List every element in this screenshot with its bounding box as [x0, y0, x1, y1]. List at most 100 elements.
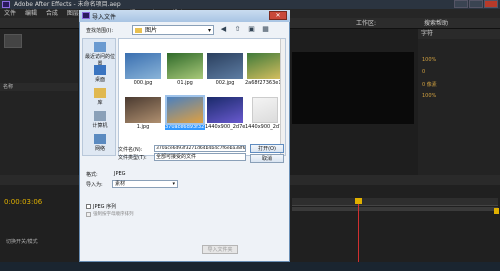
file-type-label: 文件类型(T): — [118, 155, 147, 161]
format-value: JPEG — [114, 171, 126, 177]
file-thumbnail — [167, 53, 203, 79]
place-label: 计算机 — [92, 123, 108, 129]
look-in-dropdown[interactable]: 图片 ▾ — [132, 25, 214, 35]
work-area-end-handle[interactable] — [494, 208, 499, 214]
playhead-line[interactable] — [358, 198, 359, 271]
file-name: 370ace6d93f3271... — [165, 124, 205, 130]
up-folder-icon[interactable]: ⇧ — [232, 25, 243, 35]
menu-edit[interactable]: 编辑 — [25, 10, 37, 17]
import-as-label: 导入为: — [86, 182, 103, 188]
timeline-status[interactable]: 切换开关/模式 — [6, 238, 38, 245]
menu-layer[interactable]: 图层 — [67, 10, 79, 17]
app-title: Adobe After Effects - 未命名项目.aep — [14, 1, 121, 8]
menu-composition[interactable]: 合成 — [46, 10, 58, 17]
sequence-checkbox[interactable] — [86, 204, 91, 209]
workspace-area: 工作区: 搜索帮助 — [356, 18, 496, 29]
place-library[interactable]: 库 — [83, 87, 117, 107]
file-list-scrollbar[interactable] — [280, 39, 285, 155]
look-in-label: 查找范围(I): — [86, 28, 114, 34]
file-thumbnail — [207, 53, 243, 79]
file-item-selected[interactable]: 370ace6d93f3271... — [165, 95, 205, 130]
time-ruler[interactable] — [292, 198, 498, 206]
character-row[interactable]: 0 像素 — [422, 81, 496, 88]
window-controls — [453, 0, 498, 9]
file-item[interactable]: 1.jpg — [125, 97, 161, 130]
place-recent[interactable]: 最近访问的位置 — [83, 41, 117, 67]
file-type-value: 全部可接受的文件 — [156, 154, 197, 160]
file-name: 002.jpg — [215, 80, 235, 86]
look-in-value: 图片 — [145, 27, 158, 34]
new-folder-icon[interactable]: ▣ — [246, 25, 257, 35]
file-name: 2a68f27363e1... — [245, 80, 285, 86]
recent-places-icon — [94, 42, 106, 52]
import-folder-button[interactable]: 导入文件夹 — [202, 245, 238, 254]
file-thumbnail — [207, 97, 243, 123]
force-alphabetical-checkbox[interactable] — [86, 212, 91, 217]
file-type-dropdown[interactable]: 全部可接受的文件 — [154, 153, 246, 161]
file-thumbnail — [165, 95, 205, 125]
character-row[interactable]: 0 — [422, 69, 496, 75]
taskbar — [0, 262, 500, 271]
file-item[interactable]: 1440x900_2d7e... — [205, 97, 245, 130]
file-name-label: 文件名(N): — [118, 147, 143, 153]
file-item[interactable]: 1440x900_2d7e... — [245, 97, 285, 130]
character-panel-title: 字符 — [418, 29, 500, 39]
character-row[interactable]: 100% — [422, 57, 496, 63]
network-icon — [94, 134, 106, 144]
minimize-button[interactable] — [454, 0, 468, 8]
character-row[interactable]: 100% — [422, 93, 496, 99]
import-as-dropdown[interactable]: 素材 ▾ — [112, 180, 178, 188]
format-label: 格式: — [86, 172, 98, 178]
file-item[interactable]: 000.jpg — [125, 53, 161, 86]
file-item[interactable]: 2a68f27363e1... — [245, 53, 285, 86]
search-help-label[interactable]: 搜索帮助 — [424, 20, 448, 27]
after-effects-logo-icon — [82, 12, 90, 19]
after-effects-logo-icon — [2, 1, 10, 8]
sequence-label: JPEG 序列 — [93, 204, 117, 210]
document-icon — [252, 97, 278, 123]
close-window-button[interactable] — [484, 0, 498, 8]
cancel-button[interactable]: 取消 — [250, 154, 284, 163]
place-label: 桌面 — [94, 77, 105, 83]
places-sidebar: 最近访问的位置 桌面 库 计算机 网络 — [82, 38, 116, 156]
file-item[interactable]: 01.jpg — [167, 53, 203, 86]
file-name: 1.jpg — [136, 124, 150, 130]
desktop-icon — [94, 65, 106, 75]
chevron-down-icon: ▾ — [172, 181, 175, 187]
character-panel: 字符 100% 0 0 像素 100% — [418, 29, 500, 175]
composition-viewer[interactable] — [292, 52, 414, 124]
library-icon — [94, 88, 106, 98]
file-name-input[interactable]: 370ace6d93f3271d64b4b4c7f6eba38f69.jpg — [154, 145, 246, 152]
navigation-buttons: ◀ ⇧ ▣ ▦ — [218, 25, 286, 35]
file-item[interactable]: 002.jpg — [207, 53, 243, 86]
dialog-title-bar: 导入文件 ✕ — [79, 10, 290, 22]
back-arrow-icon[interactable]: ◀ — [218, 25, 229, 35]
menu-file[interactable]: 文件 — [4, 10, 16, 17]
file-list: 000.jpg 01.jpg 002.jpg 2a68f27363e1... 1… — [118, 38, 286, 156]
computer-icon — [94, 111, 106, 121]
file-name: 01.jpg — [177, 80, 193, 86]
project-thumbnail — [4, 34, 22, 48]
place-label: 库 — [97, 100, 103, 106]
dialog-title: 导入文件 — [92, 14, 117, 21]
place-network[interactable]: 网络 — [83, 133, 117, 153]
chevron-down-icon: ▾ — [207, 27, 211, 34]
open-button[interactable]: 打开(O) — [250, 144, 284, 153]
project-panel — [0, 29, 78, 175]
project-column-header[interactable]: 名称 — [0, 83, 78, 91]
workspace-label: 工作区: — [356, 20, 377, 27]
view-menu-icon[interactable]: ▦ — [260, 25, 271, 35]
timecode-display[interactable]: 0:00:03:06 — [4, 198, 42, 206]
project-name-header: 名称 — [3, 84, 14, 90]
playhead-handle[interactable] — [355, 198, 362, 204]
force-alphabetical-label: 强制按字母顺序排列 — [93, 212, 134, 217]
dialog-close-button[interactable]: ✕ — [269, 11, 287, 20]
file-thumbnail — [125, 53, 161, 79]
work-area-bar[interactable] — [292, 207, 498, 211]
place-computer[interactable]: 计算机 — [83, 110, 117, 130]
place-desktop[interactable]: 桌面 — [83, 64, 117, 84]
file-thumbnail — [247, 53, 283, 79]
file-name: 1440x900_2d7e... — [245, 124, 285, 130]
file-name: 1440x900_2d7e... — [205, 124, 245, 130]
maximize-button[interactable] — [469, 0, 483, 8]
